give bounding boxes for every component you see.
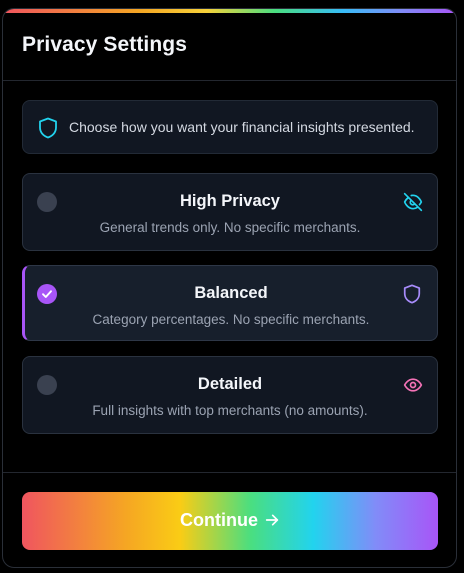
continue-button-content: Continue [22,510,438,531]
footer-divider [3,472,456,473]
header: Privacy Settings [3,13,456,81]
option-detailed[interactable]: Detailed Full insights with top merchant… [22,356,438,434]
info-banner: Choose how you want your financial insig… [22,100,438,154]
eye-off-icon [403,192,423,212]
privacy-settings-card: Privacy Settings Choose how you want you… [2,8,457,568]
option-title: Detailed [197,375,263,393]
option-description: Full insights with top merchants (no amo… [92,403,368,418]
shield-icon [38,117,58,139]
option-title: High Privacy [180,192,280,210]
eye-icon [403,375,423,395]
page-title: Privacy Settings [22,33,188,56]
continue-button[interactable]: Continue [22,492,438,550]
option-description: Category percentages. No specific mercha… [92,312,370,327]
option-high-privacy[interactable]: High Privacy General trends only. No spe… [22,173,438,251]
arrow-right-icon [265,514,279,526]
option-title: Balanced [194,284,268,302]
continue-label: Continue [180,510,258,530]
info-text: Choose how you want your financial insig… [69,119,415,135]
shield-icon [402,284,422,304]
option-balanced[interactable]: Balanced Category percentages. No specif… [22,265,438,341]
option-description: General trends only. No specific merchan… [99,220,361,235]
